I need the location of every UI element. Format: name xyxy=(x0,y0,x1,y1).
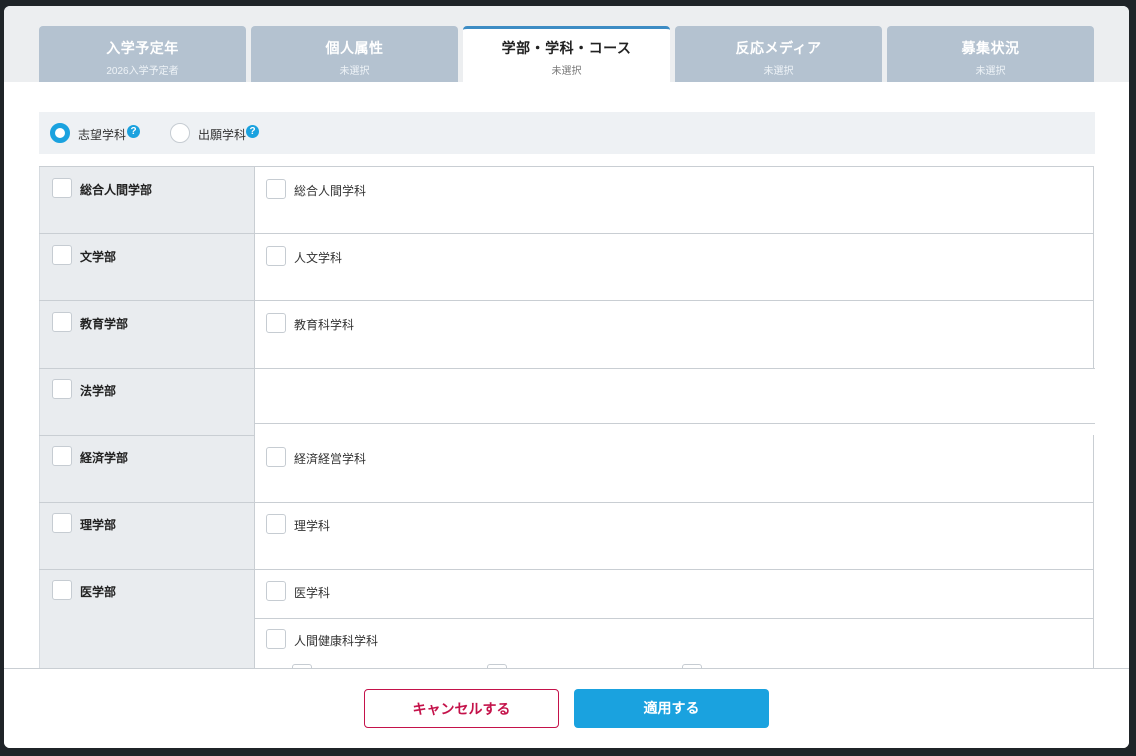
tab-sublabel: 未選択 xyxy=(551,66,582,77)
tab-faculty-department-course[interactable]: 学部・学科・コース 未選択 xyxy=(463,26,670,82)
tab-label: 反応メディア xyxy=(735,40,822,56)
department-label: 経済経営学科 xyxy=(294,452,367,466)
help-icon[interactable]: ? xyxy=(246,125,259,138)
tab-sublabel: 2026入学予定者 xyxy=(106,66,179,77)
faculty-checkbox[interactable] xyxy=(52,580,72,600)
faculty-label: 文学部 xyxy=(80,250,117,264)
faculty-checkbox[interactable] xyxy=(52,178,72,198)
cancel-button[interactable]: キャンセルする xyxy=(364,689,559,728)
department-label: 医学科 xyxy=(294,586,331,600)
table-border xyxy=(1093,166,1094,368)
tab-label: 個人属性 xyxy=(325,40,384,56)
desired-department-radio[interactable] xyxy=(50,123,70,143)
department-type-selector: 志望学科 ? 出願学科 ? xyxy=(39,112,1095,154)
tab-sublabel: 未選択 xyxy=(763,66,794,77)
tab-enrollment-year[interactable]: 入学予定年 2026入学予定者 xyxy=(39,26,246,82)
modal-footer: キャンセルする 適用する xyxy=(4,668,1129,748)
department-checkbox[interactable] xyxy=(266,514,286,534)
desired-department-label: 志望学科 xyxy=(78,128,127,142)
column-divider xyxy=(254,166,255,668)
row-divider xyxy=(254,618,1094,619)
filter-modal: 入学予定年 2026入学予定者 個人属性 未選択 学部・学科・コース 未選択 反… xyxy=(4,6,1129,748)
department-checkbox[interactable] xyxy=(266,179,286,199)
row-divider xyxy=(39,233,1094,234)
row-divider xyxy=(254,423,1095,424)
tab-response-media[interactable]: 反応メディア 未選択 xyxy=(675,26,882,82)
department-checkbox[interactable] xyxy=(266,447,286,467)
tab-label: 学部・学科・コース xyxy=(501,40,632,56)
faculty-label: 医学部 xyxy=(80,585,117,599)
tab-personal-attributes[interactable]: 個人属性 未選択 xyxy=(251,26,458,82)
department-checkbox[interactable] xyxy=(266,629,286,649)
department-label: 理学科 xyxy=(294,519,331,533)
row-divider xyxy=(39,300,1094,301)
applied-department-radio[interactable] xyxy=(170,123,190,143)
tab-label: 募集状況 xyxy=(961,40,1020,56)
faculty-label: 経済学部 xyxy=(80,451,129,465)
row-divider xyxy=(39,368,1095,369)
tab-recruitment-status[interactable]: 募集状況 未選択 xyxy=(887,26,1094,82)
apply-button[interactable]: 適用する xyxy=(574,689,769,728)
department-label: 教育科学科 xyxy=(294,318,355,332)
tab-sublabel: 未選択 xyxy=(339,66,370,77)
row-divider xyxy=(39,435,254,436)
faculty-checkbox[interactable] xyxy=(52,312,72,332)
row-divider xyxy=(39,569,1094,570)
faculty-checkbox[interactable] xyxy=(52,245,72,265)
department-label: 総合人間学科 xyxy=(294,184,367,198)
tab-label: 入学予定年 xyxy=(106,40,179,56)
faculty-checkbox[interactable] xyxy=(52,379,72,399)
applied-department-label: 出願学科 xyxy=(198,128,247,142)
department-checkbox[interactable] xyxy=(266,581,286,601)
faculty-label: 教育学部 xyxy=(80,317,129,331)
row-divider xyxy=(39,166,1094,167)
faculty-label: 法学部 xyxy=(80,384,117,398)
table-border xyxy=(1093,435,1094,668)
faculty-checkbox[interactable] xyxy=(52,446,72,466)
department-checkbox[interactable] xyxy=(266,313,286,333)
tab-sublabel: 未選択 xyxy=(975,66,1006,77)
faculty-label: 総合人間学部 xyxy=(80,183,153,197)
faculty-department-table: 総合人間学部 総合人間学科 文学部 人文学科 教育学部 教育科学科 法学部 経済… xyxy=(39,166,1095,668)
tab-strip: 入学予定年 2026入学予定者 個人属性 未選択 学部・学科・コース 未選択 反… xyxy=(4,6,1129,82)
department-label: 人文学科 xyxy=(294,251,343,265)
faculty-label: 理学部 xyxy=(80,518,117,532)
faculty-checkbox[interactable] xyxy=(52,513,72,533)
department-label: 人間健康科学科 xyxy=(294,634,379,648)
department-checkbox[interactable] xyxy=(266,246,286,266)
help-icon[interactable]: ? xyxy=(127,125,140,138)
row-divider xyxy=(39,502,1094,503)
